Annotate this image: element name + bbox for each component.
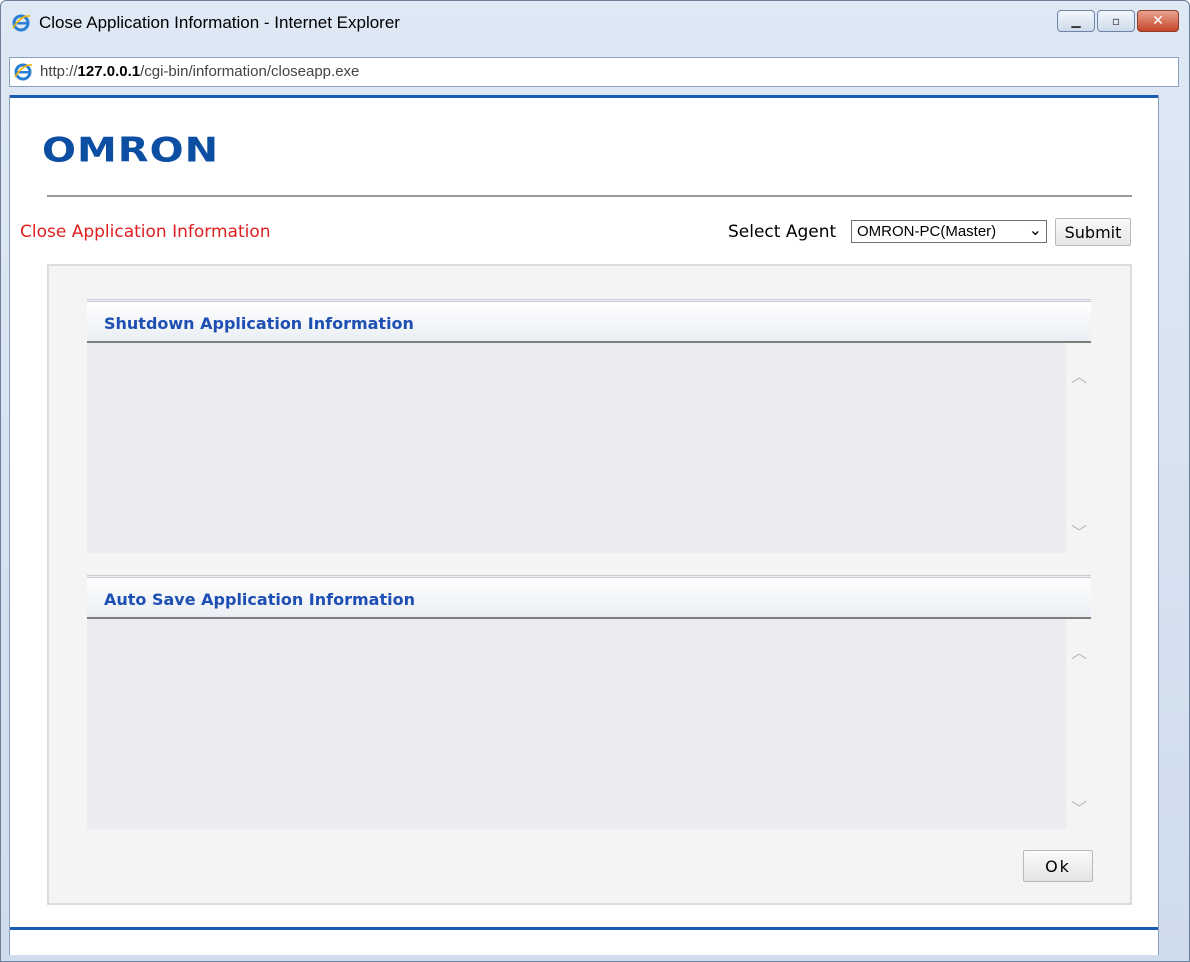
scroll-up-icon[interactable]: ︿ [1069,365,1089,386]
title-bar[interactable]: Close Application Information - Internet… [1,1,1189,59]
url-prefix: http:// [40,63,78,80]
ok-button[interactable]: Ok [1023,850,1093,882]
scroll-down-icon[interactable]: ﹀ [1069,521,1089,542]
shutdown-app-list[interactable] [87,343,1066,553]
minimize-icon: ▁ [1071,14,1081,28]
address-url: http://127.0.0.1/cgi-bin/information/clo… [40,63,359,80]
close-window-button[interactable]: ✕ [1137,10,1179,32]
bottom-divider [10,927,1158,930]
browser-window: Close Application Information - Internet… [0,0,1190,962]
info-container: Shutdown Application Information ︿ ﹀ Aut… [47,264,1132,905]
scroll-down-icon[interactable]: ﹀ [1069,797,1089,818]
autosave-app-list[interactable] [87,619,1066,829]
window-title: Close Application Information - Internet… [39,13,400,32]
submit-button[interactable]: Submit [1055,218,1131,246]
agent-select-value: OMRON-PC(Master) [857,223,997,240]
top-divider [10,95,1158,98]
url-host: 127.0.0.1 [77,63,141,80]
scroll-up-icon[interactable]: ︿ [1069,641,1089,662]
close-icon: ✕ [1152,13,1164,29]
internet-explorer-icon [12,14,31,32]
maximize-button[interactable]: ▫ [1097,10,1135,32]
omron-logo: OMRON [42,131,220,171]
select-agent-label: Select Agent [728,222,837,242]
chevron-down-icon: ⌄ [1028,222,1042,239]
address-bar[interactable]: http://127.0.0.1/cgi-bin/information/clo… [9,57,1179,87]
page-title: Close Application Information [20,222,271,242]
window-controls: ▁ ▫ ✕ [1057,10,1179,32]
page-content: OMRON Close Application Information Sele… [9,95,1159,955]
header-divider [47,195,1132,197]
panel-header: Auto Save Application Information [87,575,1091,619]
internet-explorer-icon [14,63,33,81]
autosave-panel-title: Auto Save Application Information [104,590,415,609]
url-path: /cgi-bin/information/closeapp.exe [140,63,360,80]
agent-select[interactable]: OMRON-PC(Master) ⌄ [851,220,1047,243]
minimize-button[interactable]: ▁ [1057,10,1095,32]
shutdown-panel-title: Shutdown Application Information [104,314,414,333]
maximize-icon: ▫ [1111,14,1121,28]
panel-header: Shutdown Application Information [87,299,1091,343]
